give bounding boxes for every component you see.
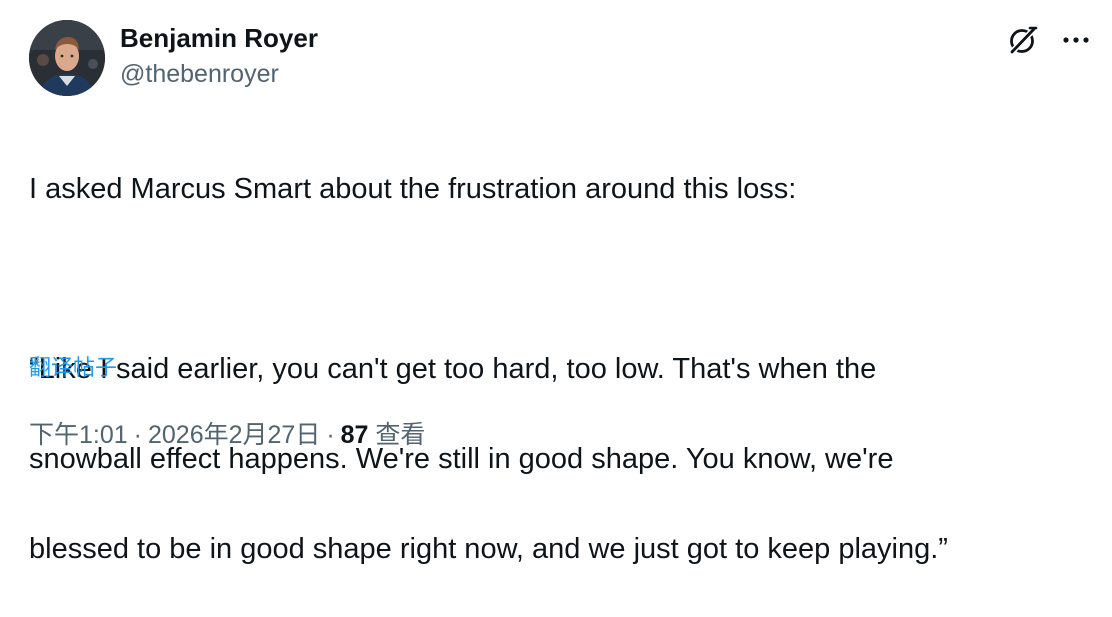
tweet-metadata: 下午1:01 · 2026年2月27日 · 87 查看 xyxy=(29,418,425,452)
quote-line: “Like I said earlier, you can't get too … xyxy=(29,353,877,385)
ellipsis-icon xyxy=(1063,37,1089,43)
views-count[interactable]: 87 xyxy=(341,421,369,449)
display-name[interactable]: Benjamin Royer xyxy=(120,22,318,54)
separator: · xyxy=(133,421,142,449)
quote-line: blessed to be in good shape right now, a… xyxy=(29,533,948,565)
translate-post-link[interactable]: 翻译帖子 xyxy=(29,353,117,383)
grok-glyph-icon xyxy=(1008,25,1038,56)
more-horizontal-icon[interactable] xyxy=(1056,20,1096,60)
paragraph-spacer xyxy=(29,257,1089,302)
profile-photo-icon xyxy=(29,20,105,96)
tweet-text: I asked Marcus Smart about the frustrati… xyxy=(29,122,1089,617)
post-time[interactable]: 下午1:01 xyxy=(29,421,128,449)
grok-icon[interactable] xyxy=(1003,20,1043,60)
user-handle[interactable]: @thebenroyer xyxy=(120,58,318,90)
tweet-paragraph-intro: I asked Marcus Smart about the frustrati… xyxy=(29,173,797,205)
avatar[interactable] xyxy=(29,20,105,96)
views-label[interactable]: 查看 xyxy=(375,421,425,449)
post-date[interactable]: 2026年2月27日 xyxy=(148,421,320,449)
author-block: Benjamin Royer @thebenroyer xyxy=(120,22,318,90)
tweet-card: Benjamin Royer @thebenroyer I asked Marc… xyxy=(0,0,1112,565)
separator: · xyxy=(326,421,335,449)
